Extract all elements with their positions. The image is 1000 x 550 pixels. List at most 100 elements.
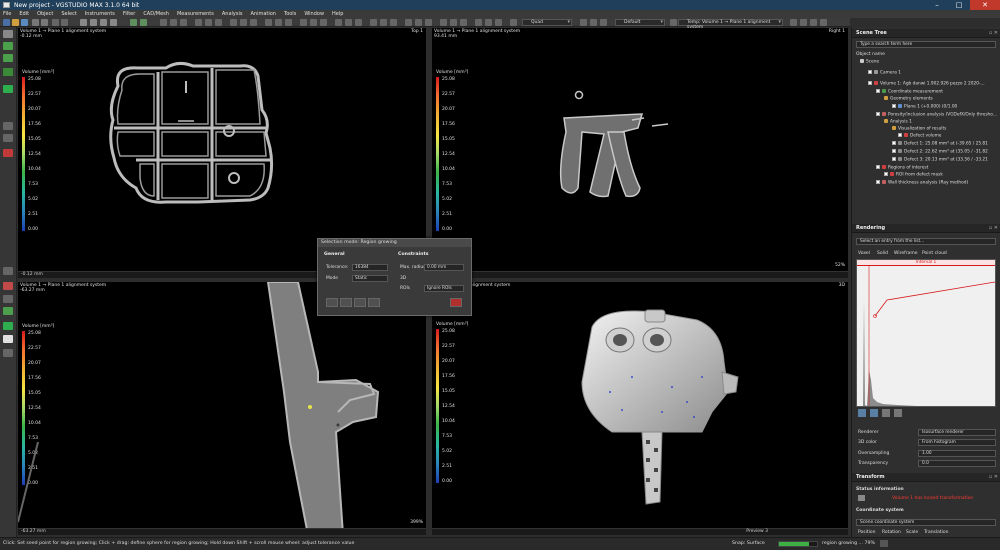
tree-item-visualization[interactable]: Visualization of results — [852, 126, 1000, 132]
menu-file[interactable]: File — [3, 11, 11, 17]
view-16-icon[interactable] — [335, 19, 342, 26]
tree-item-defect-3[interactable]: Defect 3: 20.13 mm³ at (33.56 / -33.21 — [852, 157, 1000, 163]
layout-icon[interactable] — [130, 19, 137, 26]
redo-icon[interactable] — [61, 19, 68, 26]
minimize-icon[interactable]: – — [926, 0, 948, 10]
view-18-icon[interactable] — [355, 19, 362, 26]
view-9-icon[interactable] — [250, 19, 257, 26]
checkbox[interactable] — [876, 165, 880, 169]
tree-item-defect-volume[interactable]: Defect volume — [852, 133, 1000, 139]
rotate-tool-icon[interactable] — [90, 19, 97, 26]
tree-item-defect-1[interactable]: Defect 1: 25.08 mm³ at (-39.65 / 25.81 — [852, 141, 1000, 147]
view-14-icon[interactable] — [310, 19, 317, 26]
tree-item-defect-2[interactable]: Defect 2: 22.62 mm³ at (35.05 / -31.82 — [852, 149, 1000, 155]
tab-rotation[interactable]: Rotation — [882, 530, 901, 535]
dialog-btn-3[interactable] — [354, 298, 366, 307]
view-icon[interactable] — [160, 19, 167, 26]
render-2-icon[interactable] — [590, 19, 597, 26]
open-icon[interactable] — [12, 19, 19, 26]
view-31-icon[interactable] — [510, 19, 517, 26]
checkbox[interactable] — [892, 157, 896, 161]
menu-object[interactable]: Object — [37, 11, 53, 17]
sphere-tool-icon[interactable] — [3, 85, 13, 93]
transparency-input[interactable]: 0.0 — [918, 460, 996, 467]
view-21-icon[interactable] — [390, 19, 397, 26]
view-12-icon[interactable] — [285, 19, 292, 26]
menu-instruments[interactable]: Instruments — [85, 11, 115, 17]
checkbox[interactable] — [868, 70, 872, 74]
select-tool-icon[interactable] — [80, 19, 87, 26]
view-6-icon[interactable] — [215, 19, 222, 26]
view-7-icon[interactable] — [230, 19, 237, 26]
settings-2-icon[interactable] — [800, 19, 807, 26]
view-28-icon[interactable] — [475, 19, 482, 26]
tree-item-porosity[interactable]: Porosity/inclusion analysis (VGDefX/Only… — [852, 112, 1000, 118]
tree-item-volume[interactable]: Volume 1: Agb danwi 1.902.926 pezzo 2 20… — [852, 81, 1000, 87]
menu-animation[interactable]: Animation — [250, 11, 276, 17]
region-growing-tool-icon[interactable] — [3, 68, 13, 76]
tree-item-camera[interactable]: Camera 1 — [852, 70, 1000, 76]
quality-select[interactable]: Quad — [522, 19, 572, 26]
maximize-icon[interactable]: □ — [948, 0, 970, 10]
measure-tool-icon[interactable] — [3, 42, 13, 50]
tree-item-coordinate[interactable]: Coordinate measurement — [852, 89, 1000, 95]
checkbox[interactable] — [892, 104, 896, 108]
tree-item-roi[interactable]: Regions of interest — [852, 165, 1000, 171]
rendering-entry-select[interactable]: Select an entry from the list... — [856, 238, 996, 245]
dialog-btn-1[interactable] — [326, 298, 338, 307]
tree-item-plane[interactable]: Plane 1 (+0.000) (0/1.00 — [852, 104, 1000, 110]
checkbox[interactable] — [892, 149, 896, 153]
view-26-icon[interactable] — [450, 19, 457, 26]
tab-translation[interactable]: Translation — [924, 530, 949, 535]
menu-measurements[interactable]: Measurements — [177, 11, 214, 17]
view-4-icon[interactable] — [195, 19, 202, 26]
coord-system-select[interactable]: Scene coordinate system — [856, 519, 996, 526]
menu-edit[interactable]: Edit — [19, 11, 29, 17]
checkbox[interactable] — [876, 180, 880, 184]
view-20-icon[interactable] — [380, 19, 387, 26]
menu-filter[interactable]: Filter — [123, 11, 135, 17]
tab-scale[interactable]: Scale — [906, 530, 918, 535]
grid-tool-icon[interactable] — [3, 54, 13, 62]
coord-system-select[interactable]: Temp: Volume 1 → Plane 1 alignment syste… — [678, 19, 783, 30]
tool-b-icon[interactable] — [3, 134, 13, 142]
undo-icon[interactable] — [52, 19, 59, 26]
tab-wireframe[interactable]: Wireframe — [894, 251, 917, 256]
cut-tool-icon[interactable] — [3, 149, 13, 157]
tree-item-analysis[interactable]: Analysis 1 — [852, 119, 1000, 125]
3d-color-select[interactable]: From histogram — [918, 439, 996, 446]
checkbox[interactable] — [876, 89, 880, 93]
view-11-icon[interactable] — [275, 19, 282, 26]
mode-select[interactable]: Static — [352, 275, 388, 282]
checkbox[interactable] — [868, 81, 872, 85]
tool-d-icon[interactable] — [3, 282, 13, 290]
menu-select[interactable]: Select — [61, 11, 76, 17]
tab-voxel[interactable]: Voxel — [858, 251, 870, 256]
layout-2-icon[interactable] — [140, 19, 147, 26]
tree-item-roi-mask[interactable]: ROI from defect mask — [852, 172, 1000, 178]
transform-controls-icon[interactable]: ▫ ✕ — [989, 473, 998, 482]
settings-3-icon[interactable] — [810, 19, 817, 26]
rendering-controls-icon[interactable]: ▫ ✕ — [989, 224, 998, 233]
dialog-btn-2[interactable] — [340, 298, 352, 307]
view-13-icon[interactable] — [300, 19, 307, 26]
view-15-icon[interactable] — [320, 19, 327, 26]
histogram-tool-3-icon[interactable] — [882, 409, 890, 417]
pan-tool-icon[interactable] — [100, 19, 107, 26]
render-preset-select[interactable]: Default — [615, 19, 665, 26]
export-icon[interactable] — [41, 19, 48, 26]
zoom-tool-icon[interactable] — [110, 19, 117, 26]
viewport-right[interactable]: Volume 1 → Plane 1 alignment system 93.4… — [432, 28, 848, 278]
scene-tree-controls-icon[interactable]: ▫ ✕ — [989, 29, 998, 38]
dialog-close-icon[interactable] — [450, 298, 462, 307]
render-3-icon[interactable] — [600, 19, 607, 26]
view-24-icon[interactable] — [425, 19, 432, 26]
tolerance-input[interactable]: 16384 — [352, 264, 388, 271]
view-27-icon[interactable] — [460, 19, 467, 26]
view-8-icon[interactable] — [240, 19, 247, 26]
tool-f-icon[interactable] — [3, 307, 13, 315]
view-23-icon[interactable] — [415, 19, 422, 26]
histogram-panel[interactable]: Interval 1 — [856, 259, 996, 407]
close-icon[interactable]: ✕ — [970, 0, 1000, 10]
checkbox[interactable] — [898, 133, 902, 137]
